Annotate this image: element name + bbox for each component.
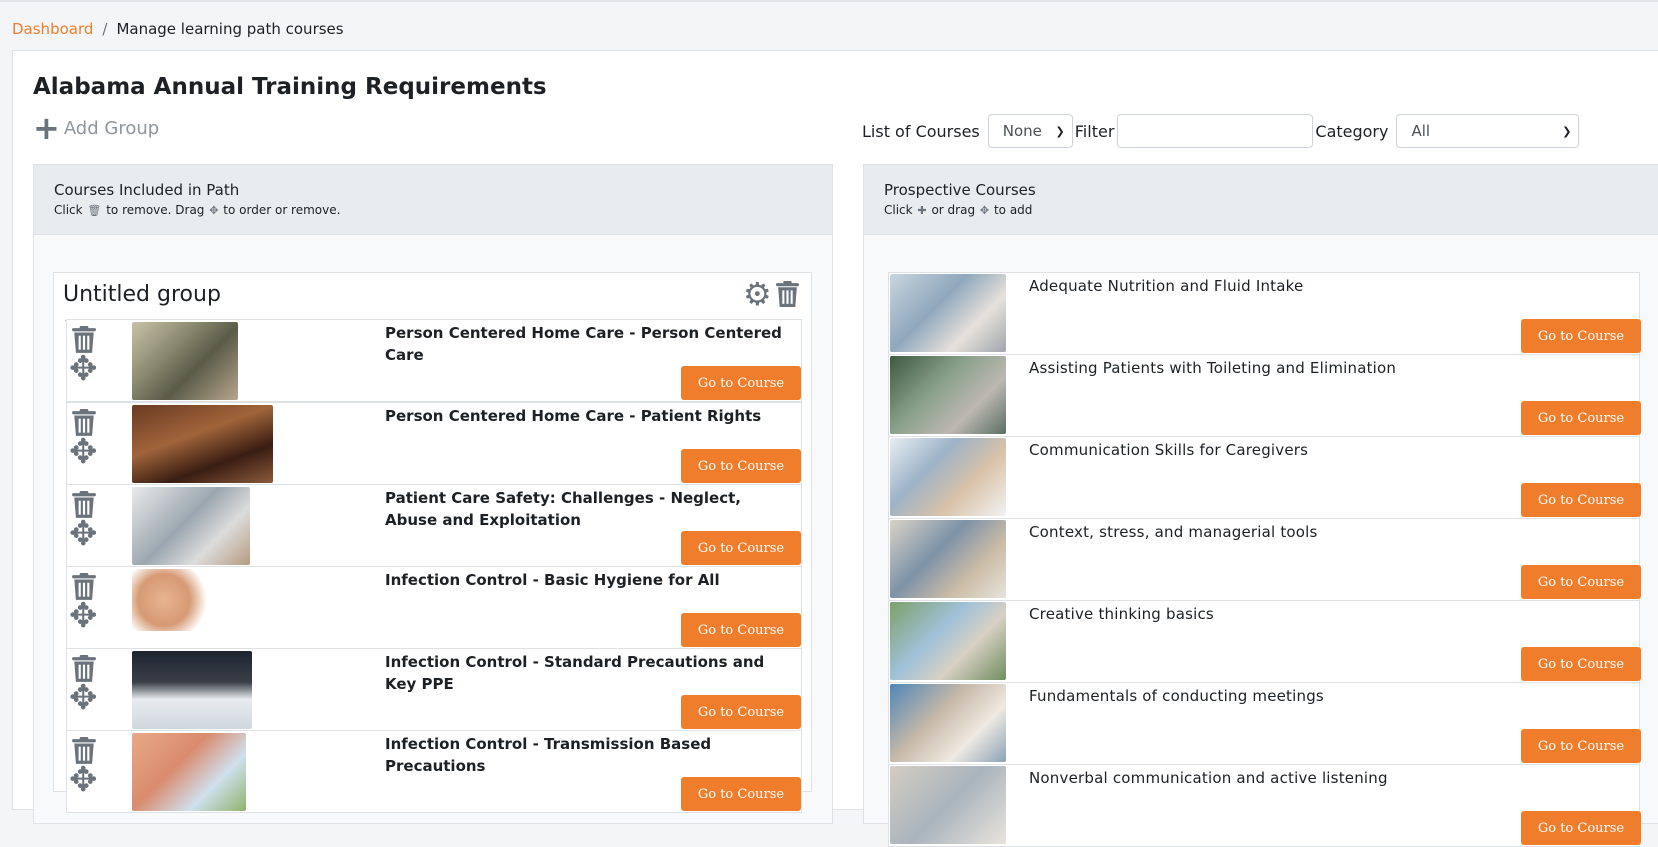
- go-to-course-button[interactable]: Go to Course: [1521, 483, 1641, 517]
- go-to-course-button[interactable]: Go to Course: [1521, 811, 1641, 845]
- course-thumbnail: [890, 356, 1006, 434]
- prospective-courses-instructions: Click ✚ or drag ✥ to add: [884, 203, 1658, 217]
- group-title: Untitled group: [63, 282, 221, 307]
- included-course-row[interactable]: ✥ Infection Control - Transmission Based…: [66, 730, 802, 813]
- page-title: Alabama Annual Training Requirements: [33, 74, 547, 100]
- filter-input[interactable]: [1117, 114, 1314, 148]
- list-of-courses-value: None: [1002, 122, 1042, 140]
- gear-icon[interactable]: ⚙: [743, 275, 772, 313]
- course-thumbnail: [890, 438, 1006, 516]
- prospective-course-row[interactable]: Assisting Patients with Toileting and El…: [888, 354, 1641, 437]
- prospective-courses-title: Prospective Courses: [884, 181, 1036, 199]
- go-to-course-button[interactable]: Go to Course: [1521, 729, 1641, 763]
- chevron-down-icon: ❯: [1562, 124, 1572, 138]
- trash-icon: 🗑: [87, 204, 102, 217]
- prospective-course-row[interactable]: Adequate Nutrition and Fluid Intake Go t…: [888, 272, 1641, 355]
- prospective-course-row[interactable]: Context, stress, and managerial tools Go…: [888, 518, 1641, 601]
- drag-move-icon[interactable]: ✥: [69, 435, 98, 469]
- included-course-row[interactable]: ✥ Infection Control - Standard Precautio…: [66, 648, 802, 731]
- breadcrumb: Dashboard / Manage learning path courses: [12, 20, 344, 38]
- course-thumbnail: [132, 733, 246, 811]
- go-to-course-button[interactable]: Go to Course: [1521, 647, 1641, 681]
- add-group-button[interactable]: + Add Group: [33, 109, 160, 147]
- included-courses-title: Courses Included in Path: [54, 181, 240, 199]
- filter-label: Filter: [1074, 121, 1115, 141]
- included-course-row[interactable]: ✥ Patient Care Safety: Challenges - Negl…: [66, 484, 802, 567]
- prospective-course-row[interactable]: Creative thinking basics Go to Course: [888, 600, 1641, 683]
- move-icon: ✥: [979, 204, 990, 217]
- prospective-course-row[interactable]: Nonverbal communication and active liste…: [888, 764, 1641, 847]
- instruction-text: to order or remove.: [223, 203, 341, 217]
- course-title: Context, stress, and managerial tools: [1029, 523, 1318, 541]
- course-thumbnail: [890, 602, 1006, 680]
- delete-group-trash-icon[interactable]: [776, 281, 799, 312]
- course-title: Fundamentals of conducting meetings: [1029, 687, 1324, 705]
- move-icon: ✥: [209, 204, 219, 217]
- go-to-course-button[interactable]: Go to Course: [1521, 565, 1641, 599]
- course-controls: List of Courses None ❯ Filter Category A…: [862, 112, 1580, 150]
- instruction-text: to add: [993, 203, 1033, 217]
- course-thumbnail: [132, 322, 238, 400]
- course-title: Person Centered Home Care - Person Cente…: [385, 324, 782, 364]
- course-title: Infection Control - Basic Hygiene for Al…: [385, 571, 720, 589]
- instruction-text: or drag: [931, 203, 976, 217]
- included-course-row[interactable]: ✥ Person Centered Home Care - Patient Ri…: [66, 402, 802, 485]
- course-thumbnail: [890, 766, 1006, 844]
- instruction-text: Click: [54, 203, 83, 217]
- instruction-text: to remove. Drag: [106, 203, 205, 217]
- drag-move-icon[interactable]: ✥: [69, 681, 98, 715]
- list-of-courses-label: List of Courses: [862, 121, 980, 141]
- included-course-row[interactable]: ✥ Person Centered Home Care - Person Cen…: [66, 319, 802, 402]
- prospective-course-row[interactable]: Fundamentals of conducting meetings Go t…: [888, 682, 1641, 765]
- prospective-course-row[interactable]: Communication Skills for Caregivers Go t…: [888, 436, 1641, 519]
- course-title: Patient Care Safety: Challenges - Neglec…: [385, 489, 741, 529]
- plus-icon: ✚: [917, 204, 927, 217]
- prospective-courses-header: Prospective Courses Click ✚ or drag ✥ to…: [864, 165, 1658, 235]
- go-to-course-button[interactable]: Go to Course: [681, 777, 801, 811]
- course-thumbnail: [132, 651, 252, 729]
- included-course-row[interactable]: ✥ Infection Control - Basic Hygiene for …: [66, 566, 802, 649]
- course-thumbnail: [890, 274, 1006, 352]
- list-of-courses-select[interactable]: None ❯: [987, 114, 1073, 148]
- course-title: Person Centered Home Care - Patient Righ…: [385, 407, 762, 425]
- course-title: Communication Skills for Caregivers: [1029, 441, 1309, 459]
- go-to-course-button[interactable]: Go to Course: [1521, 401, 1641, 435]
- course-title: Assisting Patients with Toileting and El…: [1029, 359, 1397, 377]
- course-thumbnail: [890, 684, 1006, 762]
- included-courses-instructions: Click 🗑 to remove. Drag ✥ to order or re…: [54, 203, 832, 217]
- breadcrumb-separator: /: [102, 20, 108, 38]
- go-to-course-button[interactable]: Go to Course: [681, 531, 801, 565]
- instruction-text: Click: [884, 203, 913, 217]
- breadcrumb-dashboard-link[interactable]: Dashboard: [12, 20, 93, 38]
- go-to-course-button[interactable]: Go to Course: [681, 695, 801, 729]
- add-group-label: Add Group: [63, 117, 160, 139]
- course-title: Infection Control - Standard Precautions…: [385, 653, 765, 693]
- course-title: Creative thinking basics: [1029, 605, 1214, 623]
- course-thumbnail: [890, 520, 1006, 598]
- drag-move-icon[interactable]: ✥: [69, 763, 98, 797]
- go-to-course-button[interactable]: Go to Course: [681, 449, 801, 483]
- chevron-down-icon: ❯: [1055, 124, 1065, 138]
- category-label: Category: [1315, 121, 1389, 141]
- course-title: Infection Control - Transmission Based P…: [385, 735, 712, 775]
- drag-move-icon[interactable]: ✥: [69, 517, 98, 551]
- course-title: Nonverbal communication and active liste…: [1029, 769, 1388, 787]
- go-to-course-button[interactable]: Go to Course: [681, 366, 801, 400]
- category-select[interactable]: All ❯: [1396, 114, 1580, 148]
- go-to-course-button[interactable]: Go to Course: [681, 613, 801, 647]
- go-to-course-button[interactable]: Go to Course: [1521, 319, 1641, 353]
- plus-icon: +: [33, 109, 60, 147]
- included-courses-header: Courses Included in Path Click 🗑 to remo…: [34, 165, 832, 235]
- drag-move-icon[interactable]: ✥: [69, 599, 98, 633]
- drag-move-icon[interactable]: ✥: [69, 352, 98, 386]
- top-border: [0, 0, 1658, 2]
- course-thumbnail: [132, 569, 212, 631]
- breadcrumb-current: Manage learning path courses: [116, 20, 344, 38]
- course-thumbnail: [132, 405, 273, 483]
- course-title: Adequate Nutrition and Fluid Intake: [1029, 277, 1304, 295]
- category-value: All: [1411, 122, 1431, 140]
- course-thumbnail: [132, 487, 250, 565]
